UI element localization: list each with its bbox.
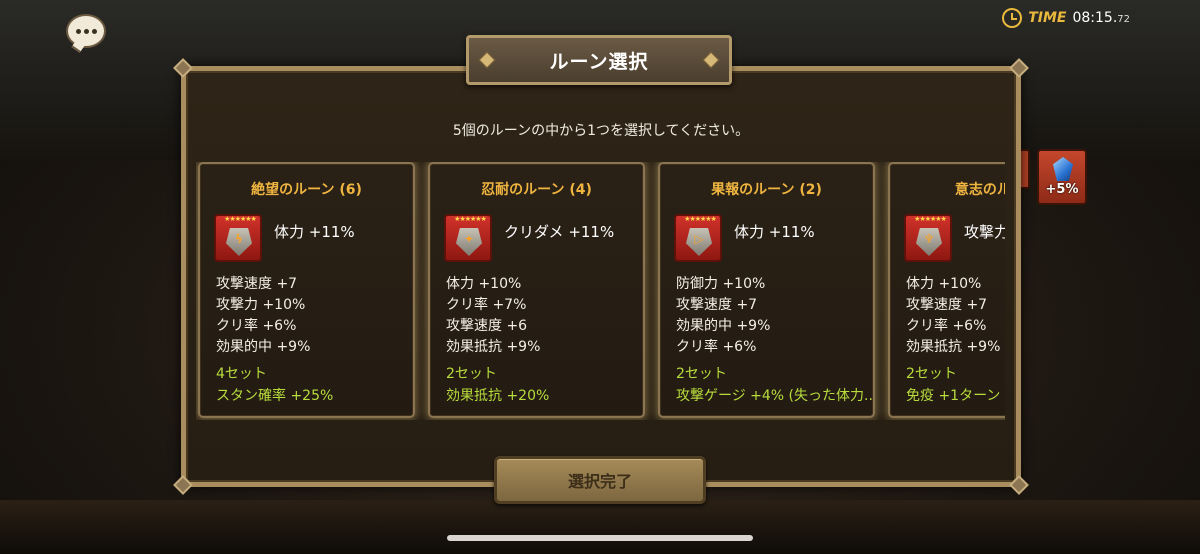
main-stat: クリダメ +11% xyxy=(504,223,615,241)
substat: 体力 +10% xyxy=(906,276,982,292)
set-name: 2セット xyxy=(446,366,497,382)
corner-ornament xyxy=(173,475,193,495)
substat: 効果的中 +9% xyxy=(216,339,311,355)
rune-icon: ★★★★★★ ▷ xyxy=(674,214,722,262)
time-value: 08:15.72 xyxy=(1072,10,1130,26)
substat-list: 体力 +10% クリ率 +7% 攻撃速度 +6 効果抵抗 +9% xyxy=(446,274,540,358)
rune-card[interactable]: 絶望のルーン (6) ★★★★★★ ϟ 体力 +11% 攻撃速度 +7 攻撃力 … xyxy=(198,162,415,418)
substat: 攻撃速度 +7 xyxy=(906,297,988,313)
rune-icon: ★★★★★★ ϟ xyxy=(214,214,262,262)
rune-name: 果報のルーン (2) xyxy=(711,182,822,198)
chat-bubble-icon[interactable] xyxy=(66,14,106,48)
dialog-title-plate: ルーン選択 xyxy=(466,35,732,85)
diamond-ornament-icon xyxy=(478,51,496,69)
chat-dot xyxy=(83,28,89,34)
substat: 体力 +10% xyxy=(446,276,522,292)
substat: 攻撃速度 +7 xyxy=(676,297,758,313)
time-label: TIME xyxy=(1028,10,1067,26)
despair-glyph-icon: ϟ xyxy=(235,232,243,246)
rune-card[interactable]: 果報のルーン (2) ★★★★★★ ▷ 体力 +11% 防御力 +10% 攻撃速… xyxy=(658,162,875,418)
revenge-glyph-icon: ▷ xyxy=(694,232,704,246)
rune-card-list[interactable]: 絶望のルーン (6) ★★★★★★ ϟ 体力 +11% 攻撃速度 +7 攻撃力 … xyxy=(196,162,1005,420)
time-main: 08:15. xyxy=(1072,10,1118,26)
rune-card[interactable]: 忍耐のルーン (4) ★★★★★★ ✦ クリダメ +11% 体力 +10% クリ… xyxy=(428,162,645,418)
endure-glyph-icon: ✦ xyxy=(463,232,475,246)
rune-name: 絶望のルーン (6) xyxy=(251,182,362,198)
alarm-clock-icon xyxy=(1002,8,1023,28)
substat-list: 攻撃速度 +7 攻撃力 +10% クリ率 +6% 効果的中 +9% xyxy=(216,274,310,358)
home-indicator[interactable] xyxy=(447,535,753,541)
rune-icon: ★★★★★★ ♆ xyxy=(904,214,952,262)
rune-icon: ★★★★★★ ✦ xyxy=(444,214,492,262)
set-effect: 攻撃ゲージ +4% (失った体力.. xyxy=(676,388,872,404)
set-effect: スタン確率 +25% xyxy=(216,388,334,404)
substat: 効果抵抗 +9% xyxy=(446,339,541,355)
dialog-title: ルーン選択 xyxy=(549,50,649,73)
timer: TIME 08:15.72 xyxy=(1002,8,1130,28)
set-name: 2セット xyxy=(676,366,727,382)
blue-gem-icon xyxy=(1053,157,1073,181)
substat: クリ率 +6% xyxy=(676,339,757,355)
substat: クリ率 +6% xyxy=(216,318,297,334)
rune-card[interactable]: 意志のルーン ★★★★★★ ♆ 攻撃力 体力 +10% 攻撃速度 +7 クリ率 … xyxy=(888,162,1005,418)
substat: 攻撃速度 +6 xyxy=(446,318,528,334)
bonus-badge[interactable]: +5% xyxy=(1037,149,1087,205)
chat-dot xyxy=(91,28,97,34)
substat-list: 体力 +10% 攻撃速度 +7 クリ率 +6% 効果抵抗 +9% xyxy=(906,274,1000,358)
time-fraction: 72 xyxy=(1117,14,1130,25)
star-rating: ★★★★★★ xyxy=(224,215,257,223)
substat: 攻撃力 +10% xyxy=(216,297,306,313)
main-stat: 攻撃力 xyxy=(964,223,1005,241)
chat-dot xyxy=(75,28,81,34)
bonus-percent: +5% xyxy=(1045,182,1079,197)
star-rating: ★★★★★★ xyxy=(454,215,487,223)
substat-list: 防御力 +10% 攻撃速度 +7 効果的中 +9% クリ率 +6% xyxy=(676,274,770,358)
set-effect: 効果抵抗 +20% xyxy=(446,388,550,404)
diamond-ornament-icon xyxy=(702,51,720,69)
confirm-button[interactable]: 選択完了 xyxy=(494,456,706,504)
confirm-label: 選択完了 xyxy=(567,472,632,491)
instruction-text: 5個のルーンの中から1つを選択してください。 xyxy=(452,123,750,139)
will-glyph-icon: ♆ xyxy=(923,232,935,246)
substat: 防御力 +10% xyxy=(676,276,766,292)
set-name: 4セット xyxy=(216,366,267,382)
rune-name: 意志のルーン xyxy=(954,182,1005,198)
main-stat: 体力 +11% xyxy=(734,223,815,241)
corner-ornament xyxy=(1009,475,1029,495)
set-effect: 免疫 +1ターン xyxy=(906,388,1001,404)
substat: 効果的中 +9% xyxy=(676,318,771,334)
substat: クリ率 +6% xyxy=(906,318,987,334)
set-name: 2セット xyxy=(906,366,957,382)
substat: 効果抵抗 +9% xyxy=(906,339,1001,355)
star-rating: ★★★★★★ xyxy=(684,215,717,223)
background-bottom xyxy=(0,500,1200,554)
main-stat: 体力 +11% xyxy=(274,223,355,241)
substat: 攻撃速度 +7 xyxy=(216,276,298,292)
rune-name: 忍耐のルーン (4) xyxy=(481,182,592,198)
star-rating: ★★★★★★ xyxy=(914,215,947,223)
substat: クリ率 +7% xyxy=(446,297,527,313)
